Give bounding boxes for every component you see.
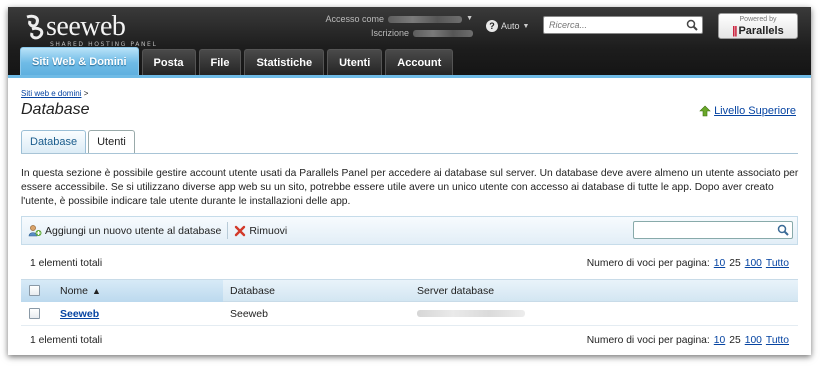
- sorted-column-bg: [21, 280, 223, 302]
- per-page-25: 25: [729, 258, 741, 269]
- total-count-bottom: 1 elementi totali: [30, 335, 103, 346]
- user-name-link[interactable]: Seeweb: [60, 308, 99, 320]
- table-header: Nome ▲ Database Server database: [21, 279, 798, 302]
- row-server-redacted: [417, 308, 525, 320]
- tab-utenti[interactable]: Utenti: [327, 49, 383, 75]
- per-page-25: 25: [729, 335, 741, 346]
- per-page-100[interactable]: 100: [745, 335, 762, 346]
- seeweb-logo[interactable]: seeweb SHARED HOSTING PANEL: [24, 11, 164, 48]
- list-search-input[interactable]: [634, 222, 774, 238]
- parallels-logo-icon: ||: [732, 25, 737, 37]
- users-table: Nome ▲ Database Server database Seeweb S…: [21, 279, 798, 326]
- chevron-down-icon[interactable]: ▼: [466, 12, 473, 26]
- main-tabs: Siti Web & Domini Posta File Statistiche…: [20, 47, 454, 75]
- add-user-icon: [28, 225, 42, 237]
- sub-tabs: Database Utenti: [21, 130, 135, 154]
- row-database: Seeweb: [230, 307, 268, 320]
- subtab-divider: [21, 153, 798, 154]
- remove-button[interactable]: Rimuovi: [228, 221, 293, 241]
- sort-ascending-icon: ▲: [92, 285, 101, 296]
- subscription-label: Iscrizione: [370, 28, 409, 38]
- items-per-page-top: Numero di voci per pagina: 10 25 100 Tut…: [587, 258, 789, 269]
- col-header-server[interactable]: Server database: [417, 285, 494, 297]
- table-row: Seeweb Seeweb: [21, 302, 798, 326]
- global-search: [543, 16, 703, 34]
- up-level-link[interactable]: Livello Superiore: [699, 105, 796, 117]
- breadcrumb: Siti web e domini >: [21, 89, 88, 98]
- search-icon[interactable]: [686, 19, 698, 31]
- remove-label: Rimuovi: [249, 224, 288, 237]
- per-page-10[interactable]: 10: [714, 335, 725, 346]
- app-window: seeweb SHARED HOSTING PANEL Accesso come…: [8, 7, 811, 355]
- tab-siti-web-domini[interactable]: Siti Web & Domini: [20, 47, 139, 75]
- select-all-checkbox[interactable]: [29, 285, 40, 296]
- col-header-nome[interactable]: Nome ▲: [60, 285, 101, 297]
- account-name-redacted[interactable]: [388, 15, 463, 23]
- tab-statistiche[interactable]: Statistiche: [244, 49, 325, 75]
- section-description: In questa sezione è possibile gestire ac…: [21, 168, 799, 207]
- list-search: [633, 221, 793, 239]
- search-icon[interactable]: [777, 224, 789, 236]
- col-nome-label: Nome: [60, 284, 89, 297]
- add-user-button[interactable]: Aggiungi un nuovo utente al database: [22, 221, 227, 241]
- breadcrumb-link[interactable]: Siti web e domini: [21, 89, 81, 98]
- top-header: seeweb SHARED HOSTING PANEL Accesso come…: [8, 7, 811, 75]
- add-user-label: Aggiungi un nuovo utente al database: [45, 224, 222, 237]
- logo-mark-icon: [26, 14, 44, 40]
- help-label: Auto: [501, 21, 520, 31]
- chevron-down-icon: ▼: [522, 22, 530, 30]
- up-arrow-icon: [699, 105, 711, 117]
- account-label: Accesso come: [325, 14, 385, 24]
- per-page-label: Numero di voci per pagina:: [586, 335, 710, 346]
- subscription-name-redacted[interactable]: [413, 29, 473, 37]
- up-level-label: Livello Superiore: [714, 105, 796, 117]
- col-header-database[interactable]: Database: [230, 285, 275, 297]
- remove-icon: [235, 225, 246, 236]
- subtab-utenti[interactable]: Utenti: [88, 130, 135, 154]
- tab-account[interactable]: Account: [385, 49, 454, 75]
- items-per-page-bottom: Numero di voci per pagina: 10 25 100 Tut…: [587, 335, 789, 346]
- page-title: Database: [21, 101, 90, 118]
- powered-by-badge[interactable]: Powered by || Parallels: [718, 13, 798, 39]
- account-info: Accesso come ▼ Iscrizione: [323, 12, 473, 40]
- help-icon: ?: [486, 20, 498, 32]
- breadcrumb-separator: >: [83, 89, 89, 98]
- row-checkbox[interactable]: [29, 308, 40, 319]
- logo-text: seeweb: [46, 11, 126, 42]
- subtab-database[interactable]: Database: [21, 130, 87, 153]
- main-content: Siti web e domini > Database Livello Sup…: [8, 75, 811, 355]
- help-menu[interactable]: ? Auto ▼: [486, 20, 529, 32]
- per-page-all[interactable]: Tutto: [766, 335, 789, 346]
- search-input[interactable]: [544, 20, 679, 30]
- tab-posta[interactable]: Posta: [141, 49, 196, 75]
- tab-file[interactable]: File: [198, 49, 242, 75]
- per-page-all[interactable]: Tutto: [766, 258, 789, 269]
- powered-brand: Parallels: [738, 25, 784, 37]
- per-page-label: Numero di voci per pagina:: [586, 258, 710, 269]
- total-count-top: 1 elementi totali: [30, 258, 103, 269]
- list-toolbar: Aggiungi un nuovo utente al database Rim…: [21, 216, 798, 245]
- per-page-100[interactable]: 100: [745, 258, 762, 269]
- per-page-10[interactable]: 10: [714, 258, 725, 269]
- powered-by-label: Powered by: [739, 16, 777, 23]
